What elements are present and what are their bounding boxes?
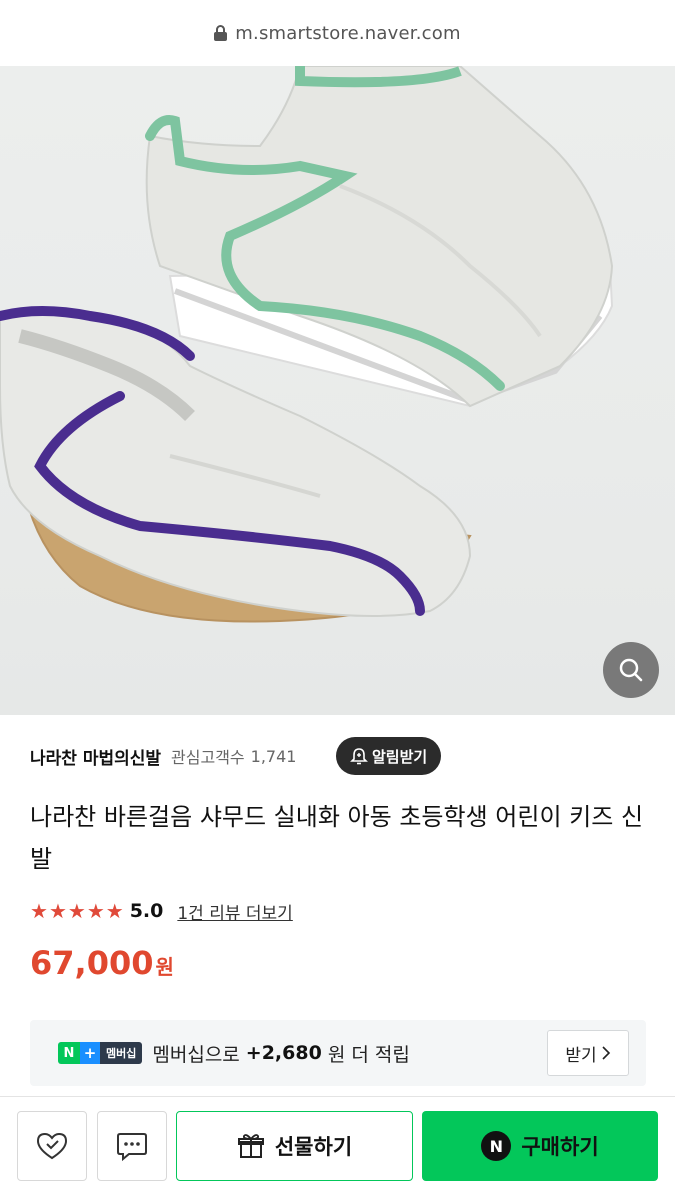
price-row: 67,000 원	[30, 944, 174, 982]
price-value: 67,000	[30, 944, 154, 982]
bottom-action-bar: 선물하기 N 구매하기	[0, 1096, 675, 1200]
price-unit: 원	[155, 955, 174, 979]
store-info: 나라찬 마법의신발 관심고객수 1,741 알림받기	[30, 737, 650, 775]
magnifier-icon	[619, 658, 643, 682]
rating-stars: ★ ★ ★ ★ ★	[30, 901, 124, 921]
heart-check-icon	[36, 1132, 68, 1160]
zoom-button[interactable]	[603, 642, 659, 698]
product-image[interactable]	[0, 66, 675, 715]
bell-plus-icon	[350, 748, 368, 765]
shoe-back-illustration	[145, 66, 614, 408]
product-title: 나라찬 바른걸음 샤무드 실내화 아동 초등학생 어린이 키즈 신발	[30, 803, 644, 873]
lock-icon	[214, 25, 228, 41]
naver-pay-icon: N	[481, 1131, 512, 1161]
naver-n-icon: N	[58, 1042, 80, 1064]
star-icon: ★	[30, 899, 48, 923]
star-icon: ★	[67, 899, 86, 923]
buy-button[interactable]: N 구매하기	[422, 1111, 658, 1181]
star-icon: ★	[105, 899, 124, 923]
shoe-photo	[0, 66, 614, 623]
membership-suffix: 원 더 적립	[327, 1043, 410, 1066]
address-bar[interactable]: m.smartstore.naver.com	[0, 0, 675, 66]
review-more-link[interactable]: 1건 리뷰 더보기	[177, 899, 292, 924]
membership-benefit-box: N + 멤버십 멤버십으로 +2,680 원 더 적립 받기	[30, 1020, 646, 1086]
membership-points: +2,680	[245, 1042, 322, 1064]
membership-text: 멤버십으로	[152, 1043, 240, 1066]
buy-label: 구매하기	[521, 1135, 599, 1159]
alarm-subscribe-button[interactable]: 알림받기	[336, 737, 442, 775]
url-text: m.smartstore.naver.com	[235, 22, 461, 44]
receive-label: 받기	[565, 1045, 597, 1066]
store-name-link[interactable]: 나라찬 마법의신발	[30, 744, 161, 769]
gift-icon	[237, 1134, 264, 1158]
star-icon: ★	[48, 899, 67, 923]
rating-row: ★ ★ ★ ★ ★ 5.0 1건 리뷰 더보기	[30, 896, 293, 926]
gift-button[interactable]: 선물하기	[176, 1111, 413, 1181]
wishlist-button[interactable]	[17, 1111, 87, 1181]
talk-button[interactable]	[97, 1111, 167, 1181]
gift-label: 선물하기	[274, 1135, 353, 1159]
plus-icon: +	[80, 1042, 100, 1064]
chat-bubble-icon	[117, 1133, 147, 1162]
chevron-right-icon	[602, 1046, 610, 1060]
membership-badge: N + 멤버십	[58, 1042, 143, 1064]
rating-value: 5.0	[129, 900, 164, 922]
follower-label: 관심고객수	[171, 748, 245, 767]
alarm-label: 알림받기	[372, 747, 428, 766]
membership-badge-label: 멤버십	[100, 1042, 143, 1064]
star-icon: ★	[86, 899, 105, 923]
receive-button[interactable]: 받기	[547, 1030, 629, 1076]
follower-count: 1,741	[250, 746, 297, 766]
